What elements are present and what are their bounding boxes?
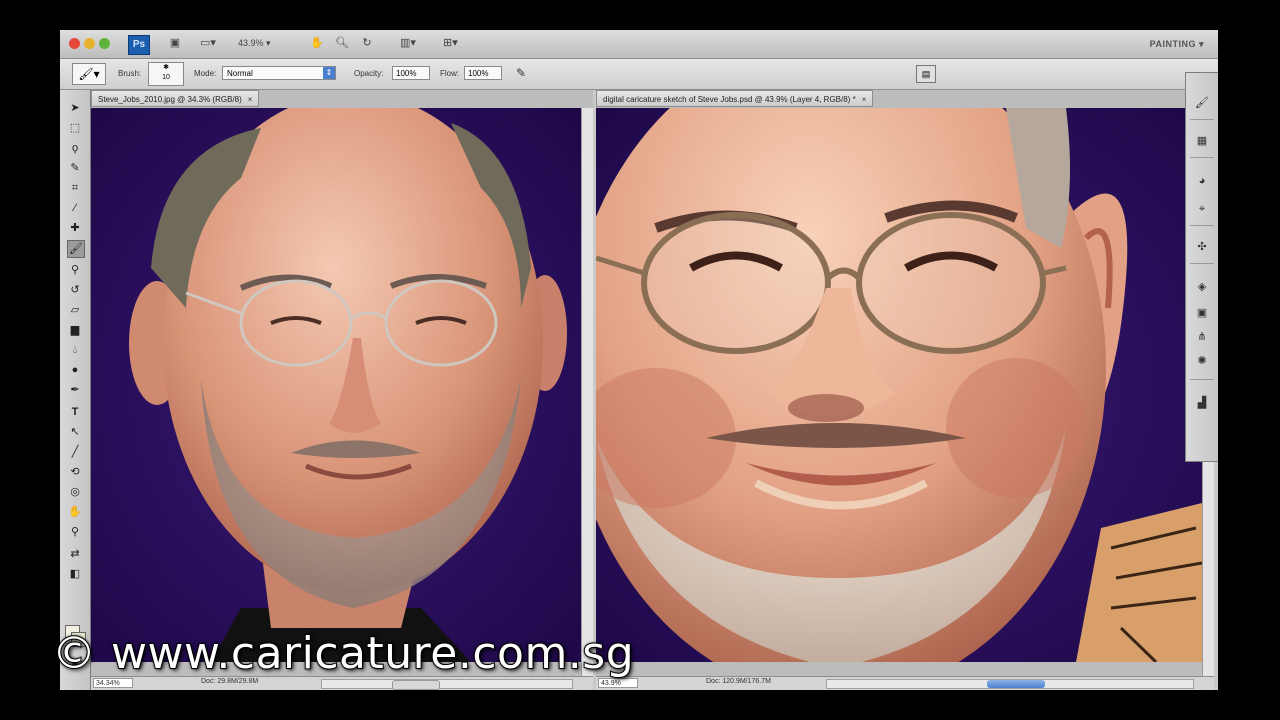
color-icon[interactable]: ◕ xyxy=(1193,173,1211,189)
navigator-icon[interactable]: ⌖ xyxy=(1193,201,1211,217)
3d-orbit-tool-icon[interactable]: ◎ xyxy=(67,484,83,500)
eraser-tool-icon[interactable]: ▱ xyxy=(67,302,83,318)
rotate-view-icon[interactable]: ↻ xyxy=(360,37,374,50)
opacity-field[interactable]: 100% xyxy=(392,66,430,80)
brush-icon: 🖌︎ xyxy=(78,67,94,81)
options-bar: 🖌︎▾ Brush: ✱ 10 Mode: Normal ⇕ Opacity: … xyxy=(60,59,1218,90)
dock-divider xyxy=(1190,225,1214,226)
screen-mode-icon[interactable]: ⊞▾ xyxy=(443,37,458,50)
chevron-down-icon: ⇕ xyxy=(323,67,335,79)
flow-label: Flow: xyxy=(440,69,460,78)
brush-tool-icon[interactable]: 🖌︎ xyxy=(67,240,85,258)
opacity-label: Opacity: xyxy=(354,69,384,78)
hand-tool-icon[interactable]: ✋ xyxy=(67,504,83,520)
website-watermark: © www.caricature.com.sg xyxy=(51,627,635,680)
brush-tip-icon: ✱ xyxy=(163,64,169,71)
gradient-tool-icon[interactable]: ▆ xyxy=(67,322,83,338)
close-icon[interactable]: × xyxy=(248,95,253,104)
scroll-thumb[interactable] xyxy=(987,680,1045,688)
document-window-photo: Steve_Jobs_2010.jpg @ 34.3% (RGB/8) × 34… xyxy=(91,90,593,690)
quick-selection-tool-icon[interactable]: ✎ xyxy=(67,160,83,176)
caricature-artwork xyxy=(596,108,1202,676)
tool-preset-picker[interactable]: 🖌︎▾ xyxy=(72,63,106,85)
blend-mode-select[interactable]: Normal ⇕ xyxy=(222,66,336,80)
dock-divider xyxy=(1190,119,1214,120)
zoom-field[interactable]: 34.34% xyxy=(93,678,133,688)
history-brush-tool-icon[interactable]: ↺ xyxy=(67,282,83,298)
brush-presets-icon[interactable]: 🖌︎ xyxy=(1193,95,1211,111)
horizontal-scrollbar[interactable] xyxy=(826,679,1194,689)
zoom-tool-icon[interactable]: 🔍︎ xyxy=(335,37,349,50)
status-bar: 43.9% Doc: 120.9M/176.7M xyxy=(596,676,1214,690)
shape-tool-icon[interactable]: ╱ xyxy=(67,444,83,460)
swap-colors-icon[interactable]: ⇄ xyxy=(67,546,83,562)
histogram-icon[interactable]: ▟ xyxy=(1193,395,1211,411)
paths-icon[interactable]: ⋔ xyxy=(1193,329,1211,345)
document-tab-title: digital caricature sketch of Steve Jobs.… xyxy=(603,95,856,104)
photoshop-logo: Ps xyxy=(128,35,150,55)
clone-stamp-tool-icon[interactable]: ⚲ xyxy=(67,262,83,278)
dodge-tool-icon[interactable]: ● xyxy=(67,362,83,378)
blend-mode-value: Normal xyxy=(227,69,253,78)
healing-brush-tool-icon[interactable]: ✚ xyxy=(67,220,83,236)
dock-divider xyxy=(1190,379,1214,380)
brush-picker[interactable]: ✱ 10 xyxy=(148,62,184,86)
default-colors-icon[interactable]: ◧ xyxy=(67,566,83,582)
brush-label: Brush: xyxy=(118,69,142,78)
type-tool-icon[interactable]: T xyxy=(67,404,83,420)
document-size-status: Doc: 29.8M/29.8M xyxy=(201,678,259,685)
brush-panel-toggle-icon[interactable]: ▤ xyxy=(916,65,936,83)
document-tab-title: Steve_Jobs_2010.jpg @ 34.3% (RGB/8) xyxy=(98,95,242,104)
view-extras-icon[interactable]: ▭▾ xyxy=(200,37,216,50)
document-window-caricature: digital caricature sketch of Steve Jobs.… xyxy=(596,90,1214,690)
airbrush-toggle-icon[interactable]: ✎ xyxy=(512,65,530,81)
document-size-status: Doc: 120.9M/176.7M xyxy=(706,678,771,685)
arrange-documents-icon[interactable]: ▥▾ xyxy=(400,37,416,50)
bridge-icon[interactable]: ▣ xyxy=(168,37,182,50)
photo-artwork xyxy=(91,108,581,662)
crop-tool-icon[interactable]: ⌗ xyxy=(67,180,83,196)
application-bar: Ps ▣ ▭▾ 43.9% ▾ ✋ 🔍︎ ↻ ▥▾ ⊞▾ PAINTING ▾ xyxy=(60,30,1218,59)
zoom-window-button[interactable] xyxy=(99,38,110,49)
scroll-thumb[interactable] xyxy=(392,680,440,690)
move-tool-icon[interactable]: ➤ xyxy=(67,100,83,116)
photoshop-window: Ps ▣ ▭▾ 43.9% ▾ ✋ 🔍︎ ↻ ▥▾ ⊞▾ PAINTING ▾ … xyxy=(60,30,1218,690)
blur-tool-icon[interactable]: 💧︎ xyxy=(67,342,83,358)
layers-icon[interactable]: ◈ xyxy=(1193,279,1211,295)
channels-icon[interactable]: ▣ xyxy=(1193,305,1211,321)
dock-divider xyxy=(1190,263,1214,264)
vertical-scrollbar[interactable] xyxy=(581,108,593,676)
dock-divider xyxy=(1190,157,1214,158)
tools-panel: ➤ ⬚ ϙ ✎ ⌗ ⁄ ✚ 🖌︎ ⚲ ↺ ▱ ▆ 💧︎ ● ✒ T ↖ ╱ ⟲ … xyxy=(60,90,91,690)
pen-tool-icon[interactable]: ✒ xyxy=(67,382,83,398)
brush-size: 10 xyxy=(162,74,170,81)
canvas-caricature[interactable] xyxy=(596,108,1202,676)
close-icon[interactable]: × xyxy=(862,95,867,104)
document-tab-photo[interactable]: Steve_Jobs_2010.jpg @ 34.3% (RGB/8) × xyxy=(91,90,260,107)
tool-presets-icon[interactable]: ✣ xyxy=(1193,239,1211,255)
flow-field[interactable]: 100% xyxy=(464,66,502,80)
flow-value: 100% xyxy=(468,69,489,78)
close-window-button[interactable] xyxy=(69,38,80,49)
zoom-field[interactable]: 43.9% xyxy=(598,678,638,688)
opacity-value: 100% xyxy=(396,69,417,78)
hand-tool-icon[interactable]: ✋ xyxy=(310,37,324,50)
minimize-window-button[interactable] xyxy=(84,38,95,49)
eyedropper-tool-icon[interactable]: ⁄ xyxy=(67,200,83,216)
document-tab-caricature[interactable]: digital caricature sketch of Steve Jobs.… xyxy=(596,90,874,107)
zoom-level-control[interactable]: 43.9% ▾ xyxy=(238,38,271,49)
clone-source-icon[interactable]: ▦ xyxy=(1193,133,1211,149)
workspace-switcher[interactable]: PAINTING ▾ xyxy=(1150,39,1204,50)
path-selection-tool-icon[interactable]: ↖ xyxy=(67,424,83,440)
3d-rotate-tool-icon[interactable]: ⟲ xyxy=(67,464,83,480)
mode-label: Mode: xyxy=(194,69,217,78)
panel-dock: 🖌︎ ▦ ◕ ⌖ ✣ ◈ ▣ ⋔ ✺ ▟ xyxy=(1185,72,1218,462)
adjustments-icon[interactable]: ✺ xyxy=(1193,353,1211,369)
lasso-tool-icon[interactable]: ϙ xyxy=(67,140,83,156)
horizontal-scrollbar[interactable] xyxy=(321,679,573,690)
marquee-tool-icon[interactable]: ⬚ xyxy=(67,120,83,136)
canvas-photo[interactable] xyxy=(91,108,581,676)
zoom-tool-icon[interactable]: ⚲ xyxy=(67,524,83,540)
